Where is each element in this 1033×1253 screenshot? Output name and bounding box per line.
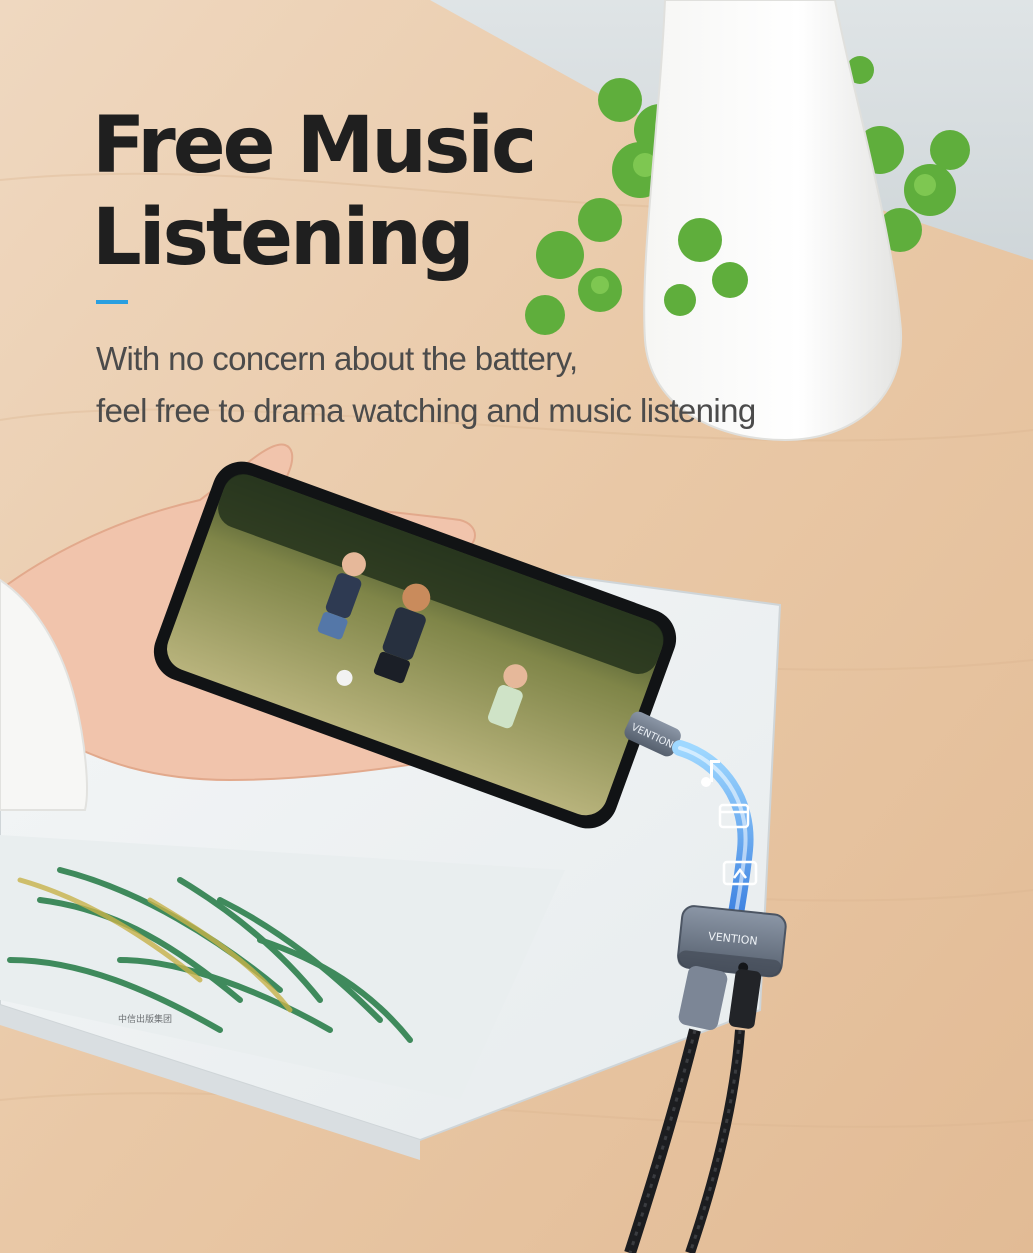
subheadline-line-2: feel free to drama watching and music li… xyxy=(96,392,756,429)
magazine-caption: 中信出版集团 xyxy=(118,1013,172,1025)
headline: Free Music Listening xyxy=(92,100,537,284)
subheadline-line-1: With no concern about the battery, xyxy=(96,340,578,377)
accent-divider xyxy=(96,300,128,304)
headline-line-1: Free Music xyxy=(92,101,537,191)
subheadline: With no concern about the battery, feel … xyxy=(96,333,756,437)
headline-line-2: Listening xyxy=(92,193,475,283)
